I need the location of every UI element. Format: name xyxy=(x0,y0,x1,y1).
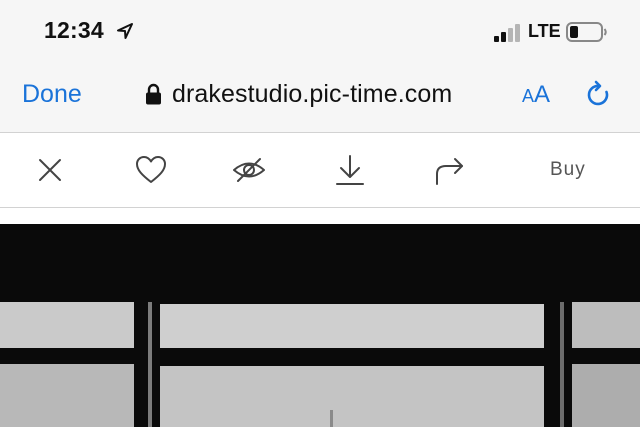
window-pane xyxy=(0,364,134,427)
close-icon[interactable] xyxy=(33,153,67,187)
done-button[interactable]: Done xyxy=(22,80,82,109)
status-time: 12:34 xyxy=(44,17,104,43)
carrier-label: LTE xyxy=(528,21,561,41)
share-arrow-icon[interactable] xyxy=(433,153,467,187)
download-icon[interactable] xyxy=(333,153,367,187)
battery-icon xyxy=(566,22,607,42)
status-bar: 12:34 LTE xyxy=(0,0,640,62)
gallery-photo xyxy=(0,224,640,427)
buy-button[interactable]: Buy xyxy=(550,159,586,181)
window-pane xyxy=(572,302,640,348)
window-pane xyxy=(572,364,640,427)
lock-icon xyxy=(146,83,161,105)
window-detail xyxy=(330,410,333,427)
reload-icon[interactable] xyxy=(584,80,614,110)
photo-toolbar: Buy xyxy=(0,133,640,207)
text-size-large-label: A xyxy=(534,81,551,108)
text-size-button[interactable]: AA xyxy=(522,81,550,109)
window-mullion xyxy=(148,302,152,427)
signal-bars-icon xyxy=(494,24,520,42)
window-pane xyxy=(160,304,544,348)
url-field[interactable]: drakestudio.pic-time.com xyxy=(145,78,452,110)
address-bar: Done drakestudio.pic-time.com AA xyxy=(0,62,640,132)
heart-icon[interactable] xyxy=(134,153,168,187)
text-size-small-label: A xyxy=(522,86,535,106)
window-pane xyxy=(0,302,134,348)
toolbar-gap xyxy=(0,208,640,224)
window-mullion xyxy=(560,302,564,427)
hide-eye-icon[interactable] xyxy=(232,153,266,187)
location-arrow-icon xyxy=(117,23,133,39)
url-text: drakestudio.pic-time.com xyxy=(172,79,453,108)
window-pane xyxy=(160,366,544,427)
